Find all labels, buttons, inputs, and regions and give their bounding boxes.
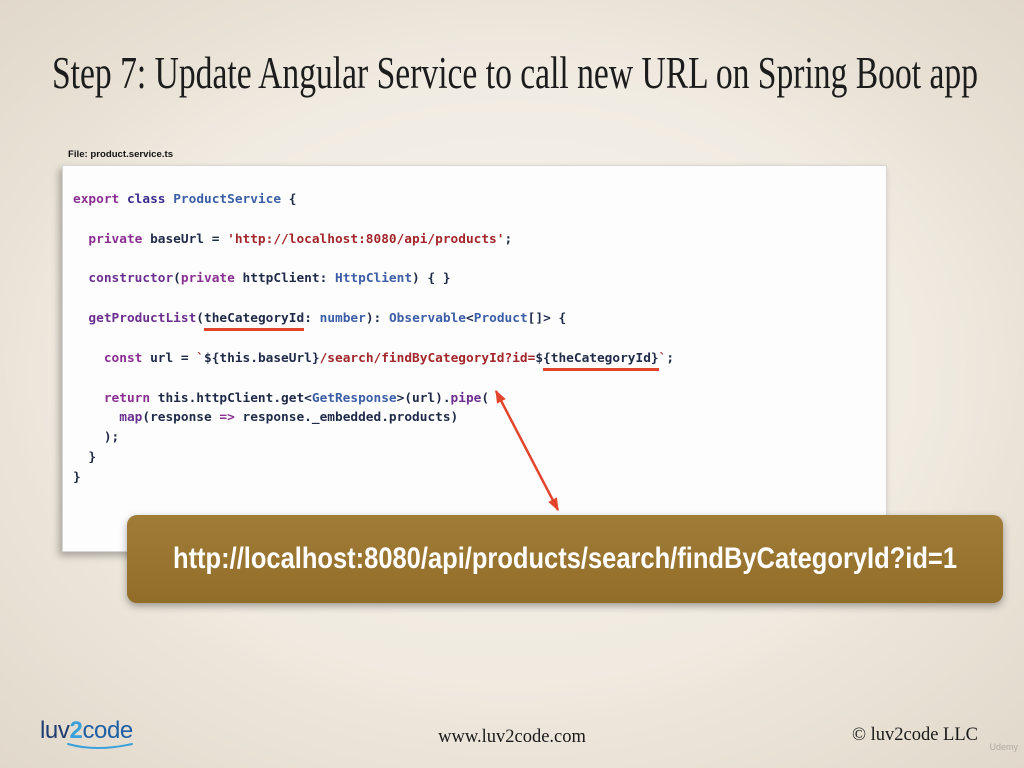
code-token: getProductList [88, 311, 197, 327]
code-token: HttpClient [335, 271, 413, 287]
code-token: private [88, 231, 143, 247]
udemy-watermark: Udemy [989, 742, 1018, 752]
code-token: number [319, 311, 366, 327]
code-token: Observable [388, 311, 467, 327]
code-token: $ [535, 350, 544, 366]
file-label: File: product.service.ts [68, 149, 174, 160]
code-line: constructor(private httpClient: HttpClie… [73, 269, 886, 289]
footer-copyright: © luv2code LLC [851, 725, 978, 745]
code-token: this.httpClient.get< [150, 390, 312, 406]
code-token: httpClient: [234, 271, 335, 287]
code-token: baseUrl = [142, 231, 228, 247]
code-token: ; [666, 350, 675, 366]
code-token: => [219, 410, 235, 426]
code-line: return this.httpClient.get<GetResponse>(… [73, 389, 886, 409]
code-line: const url = `${this.baseUrl}/search/find… [73, 349, 886, 371]
url-callout-svg: http://localhost:8080/api/products/searc… [173, 542, 957, 575]
slide-title-text: Step 7: Update Angular Service to call n… [52, 48, 978, 98]
code-token: ( [481, 390, 490, 406]
underlined-code-token: theCategoryId [204, 311, 305, 332]
slide-title: Step 7: Update Angular Service to call n… [52, 48, 978, 98]
code-token: ) { } [412, 271, 451, 287]
underlined-code-token: {theCategoryId} [543, 350, 659, 371]
code-token: /search/findByCategoryId?id= [319, 350, 536, 366]
code-line: } [73, 468, 886, 488]
code-token: constructor [88, 271, 174, 287]
code-token: (response [142, 410, 220, 426]
code-line: export class ProductService { [73, 190, 886, 210]
code-token: url = [142, 350, 197, 366]
code-token: 'http://localhost:8080/api/products' [227, 231, 505, 247]
code-token: ): [365, 311, 389, 327]
code-token: ${this.baseUrl} [204, 350, 320, 366]
code-token: < [466, 311, 474, 327]
code-line: private baseUrl = 'http://localhost:8080… [73, 230, 886, 250]
code-panel: export class ProductService { private ba… [62, 165, 887, 552]
code-line: map(response => response._embedded.produ… [73, 408, 886, 428]
code-token: class [126, 192, 166, 207]
code-body: export class ProductService { private ba… [73, 190, 886, 488]
code-token: private [180, 271, 235, 287]
code-token: ( [173, 271, 181, 287]
code-token: export [73, 192, 120, 207]
code-token: ProductService [173, 192, 282, 207]
code-token: ` [196, 350, 205, 366]
url-callout-text: http://localhost:8080/api/products/searc… [173, 542, 957, 575]
code-token: ( [196, 311, 205, 327]
code-token: response._embedded.products) [234, 410, 459, 426]
code-token: return [103, 390, 151, 406]
slide: Step 7: Update Angular Service to call n… [0, 0, 1024, 768]
code-line: } [73, 448, 886, 468]
url-callout: http://localhost:8080/api/products/searc… [127, 515, 1003, 603]
code-token: >(url). [396, 390, 451, 406]
code-token: ; [504, 231, 513, 247]
code-line: ); [73, 428, 886, 448]
code-line: getProductList(theCategoryId: number): O… [73, 309, 886, 332]
code-token: []> { [527, 311, 567, 327]
code-token: } [73, 470, 81, 486]
code-token: Product [473, 311, 528, 327]
code-token: { [281, 192, 297, 207]
code-token: } [73, 450, 97, 466]
code-token: ); [73, 430, 120, 446]
code-token: : [304, 311, 320, 327]
code-token: pipe [450, 390, 482, 406]
code-token: map [119, 410, 143, 426]
code-token: GetResponse [311, 390, 397, 406]
code-token: const [103, 350, 143, 366]
